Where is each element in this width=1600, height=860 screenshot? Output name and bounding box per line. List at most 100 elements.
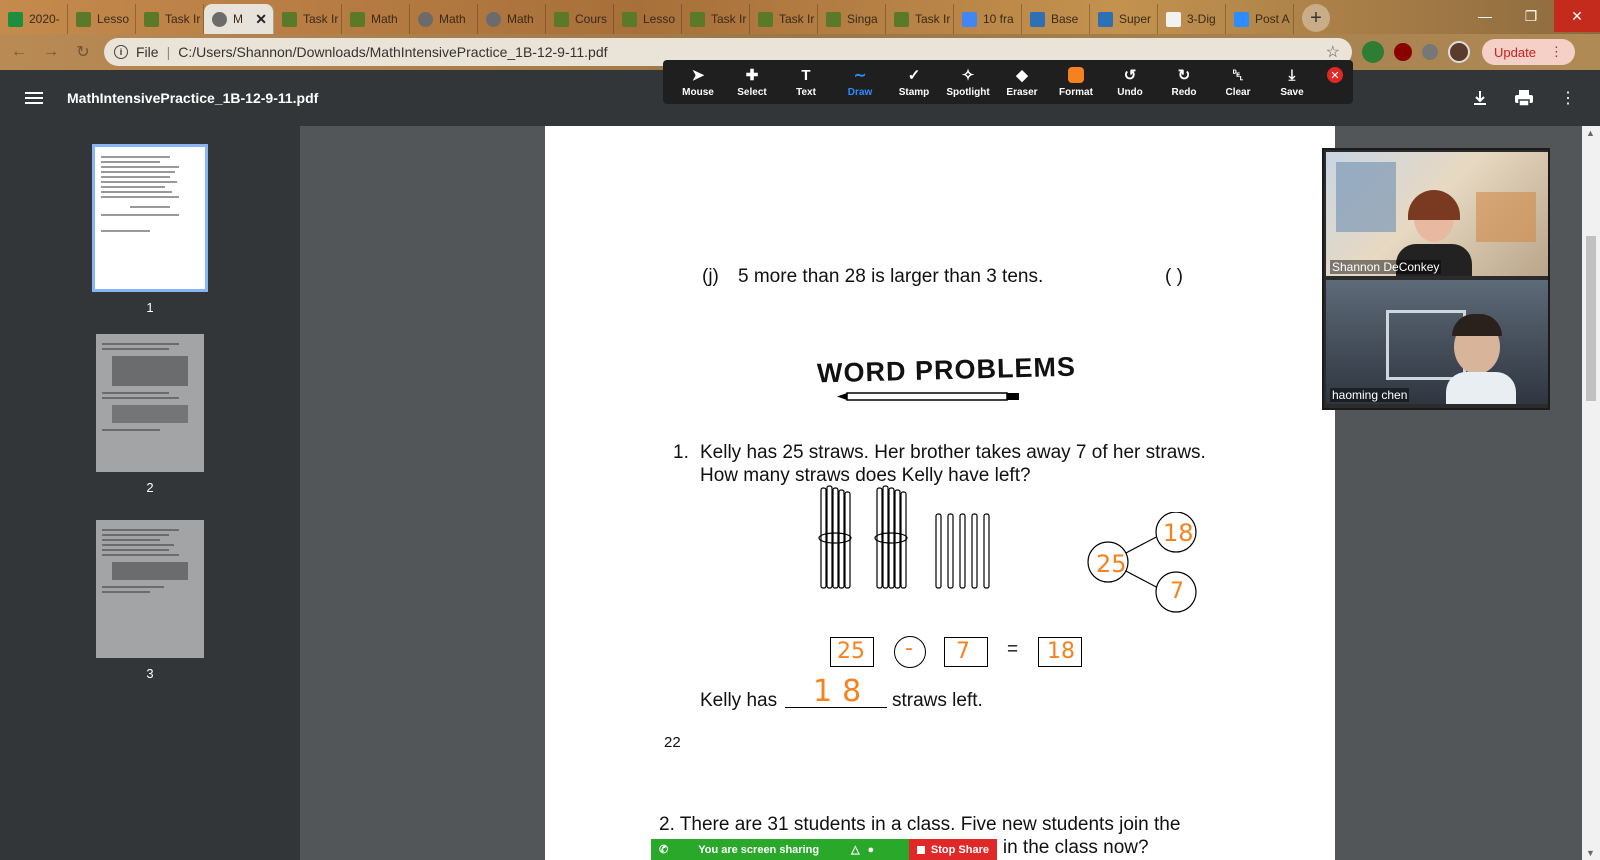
- browser-tab[interactable]: Base: [1022, 4, 1090, 34]
- globe-icon: [212, 11, 227, 27]
- restore-button[interactable]: ❐: [1508, 0, 1554, 32]
- tool-label: Eraser: [1006, 87, 1038, 98]
- puzzle-icon[interactable]: [1422, 44, 1438, 60]
- browser-tab[interactable]: Lesso: [68, 4, 136, 34]
- handwritten-eq-result: 18: [1047, 639, 1075, 664]
- tab-label: Task Ir: [779, 12, 815, 26]
- redo-icon: ↻: [1177, 67, 1191, 84]
- handwritten-eq-op: -: [905, 636, 913, 661]
- thumbnail-page-2[interactable]: 2: [96, 334, 204, 495]
- browser-tab[interactable]: Task Ir: [136, 4, 204, 34]
- save-icon: ⤓: [1288, 66, 1296, 84]
- profile-avatar[interactable]: [1448, 41, 1470, 63]
- tool-redo[interactable]: ↻ Redo: [1157, 66, 1211, 98]
- close-window-button[interactable]: ✕: [1554, 0, 1600, 32]
- doc-green-icon: [554, 11, 569, 27]
- browser-tab[interactable]: 2020-: [0, 4, 68, 34]
- update-button[interactable]: Update ⋮: [1482, 39, 1575, 65]
- tab-label: Task Ir: [303, 12, 339, 26]
- handwritten-bond-part1: 18: [1163, 519, 1194, 547]
- tab-label: Cours: [575, 12, 608, 26]
- stop-share-button[interactable]: Stop Share: [908, 839, 997, 860]
- tool-stamp[interactable]: ✓ Stamp: [887, 66, 941, 98]
- minimize-button[interactable]: —: [1462, 0, 1508, 32]
- doc-green-icon: [894, 11, 909, 27]
- browser-tab-strip: 2020- Lesso Task Ir M ✕ Task Ir Math Math Math Co…: [0, 0, 1600, 34]
- tool-clear[interactable]: ␡ Clear: [1211, 66, 1265, 99]
- tool-mouse[interactable]: ➤ Mouse: [671, 66, 725, 98]
- ublock-icon[interactable]: [1394, 43, 1412, 61]
- problem1-number: 1.: [673, 442, 689, 463]
- info-icon[interactable]: i: [114, 45, 128, 59]
- globe-icon: [418, 11, 433, 27]
- forward-button[interactable]: →: [38, 39, 64, 65]
- tool-format[interactable]: Format: [1049, 66, 1103, 98]
- annotation-tools: ➤ Mouse ✚ Select T Text ∼ Draw ✓ Stamp ✧ Spotlight ◆…: [671, 66, 1319, 99]
- tab-label: Lesso: [97, 12, 130, 26]
- thumbnail-page-3[interactable]: 3: [96, 520, 204, 681]
- scroll-down-arrow[interactable]: ▼: [1586, 848, 1595, 858]
- spotlight-icon: ✧: [961, 67, 975, 84]
- doc-green-icon: [690, 11, 705, 27]
- tool-draw[interactable]: ∼ Draw: [833, 66, 887, 98]
- browser-tab[interactable]: Task Ir: [274, 4, 342, 34]
- back-button[interactable]: ←: [6, 39, 32, 65]
- browser-tab[interactable]: Math: [410, 4, 478, 34]
- tab-label: Math: [507, 12, 534, 26]
- browser-tab[interactable]: Math: [478, 4, 546, 34]
- tool-undo[interactable]: ↺ Undo: [1103, 66, 1157, 98]
- tool-label: Save: [1280, 87, 1304, 98]
- browser-tab[interactable]: Task Ir: [682, 4, 750, 34]
- draw-icon: ∼: [853, 67, 867, 84]
- browser-tab[interactable]: Super: [1090, 4, 1158, 34]
- tab-label: Math: [439, 12, 466, 26]
- extension-icon[interactable]: [1362, 41, 1384, 63]
- alert-icon: △: [851, 844, 860, 856]
- tool-label: Text: [796, 87, 816, 98]
- new-tab-button[interactable]: +: [1302, 4, 1330, 32]
- kebab-menu-icon: ⋮: [1549, 44, 1563, 59]
- doc-green-icon: [76, 11, 91, 27]
- tab-label: M: [233, 12, 243, 26]
- tool-eraser[interactable]: ◆ Eraser: [995, 66, 1049, 98]
- docs-blue-icon: [962, 11, 977, 27]
- more-options-icon[interactable]: ⋮: [1556, 86, 1580, 110]
- equals-sign: =: [1007, 639, 1019, 660]
- mouse-pointer-icon: ➤: [691, 67, 705, 84]
- video-tile-2[interactable]: haoming chen: [1326, 280, 1548, 404]
- browser-tab[interactable]: Post A: [1226, 4, 1294, 34]
- browser-tab[interactable]: 10 fra: [954, 4, 1022, 34]
- thumbnail-image: [96, 334, 204, 472]
- browser-tab[interactable]: M ✕: [204, 4, 274, 34]
- download-icon[interactable]: [1468, 86, 1492, 110]
- tool-text[interactable]: T Text: [779, 66, 833, 99]
- close-tab-icon[interactable]: ✕: [255, 11, 267, 28]
- browser-tab[interactable]: Task Ir: [886, 4, 954, 34]
- browser-tab[interactable]: Math: [342, 4, 410, 34]
- scroll-up-arrow[interactable]: ▲: [1586, 128, 1595, 138]
- menu-icon[interactable]: [25, 89, 43, 107]
- thumbnail-page-1[interactable]: 1: [92, 144, 208, 315]
- browser-tab[interactable]: Cours: [546, 4, 614, 34]
- video-tile-1[interactable]: Shannon DeConkey: [1326, 152, 1548, 276]
- print-icon[interactable]: [1512, 86, 1536, 110]
- tool-save[interactable]: ⤓ Save: [1265, 66, 1319, 99]
- browser-tab[interactable]: Lesso: [614, 4, 682, 34]
- doc-green-icon: [282, 11, 297, 27]
- url-text: C:/Users/Shannon/Downloads/MathIntensive…: [178, 44, 608, 60]
- browser-tab[interactable]: Task Ir: [750, 4, 818, 34]
- browser-tab[interactable]: 3-Dig: [1158, 4, 1226, 34]
- tool-label: Select: [737, 87, 767, 98]
- vertical-scrollbar[interactable]: ▲ ▼: [1582, 126, 1600, 860]
- reload-button[interactable]: ↻: [70, 39, 96, 65]
- close-annotation-icon[interactable]: ✕: [1327, 67, 1343, 83]
- straws-illustration: [818, 485, 990, 589]
- browser-tab[interactable]: Singa: [818, 4, 886, 34]
- problem2-line2: e in the class now?: [987, 837, 1149, 858]
- tool-label: Undo: [1117, 87, 1143, 98]
- scrollbar-thumb[interactable]: [1586, 236, 1596, 401]
- handwritten-eq-b: 7: [956, 639, 970, 664]
- tool-select[interactable]: ✚ Select: [725, 66, 779, 98]
- tool-spotlight[interactable]: ✧ Spotlight: [941, 66, 995, 98]
- bookmark-star-icon[interactable]: ☆: [1326, 42, 1340, 62]
